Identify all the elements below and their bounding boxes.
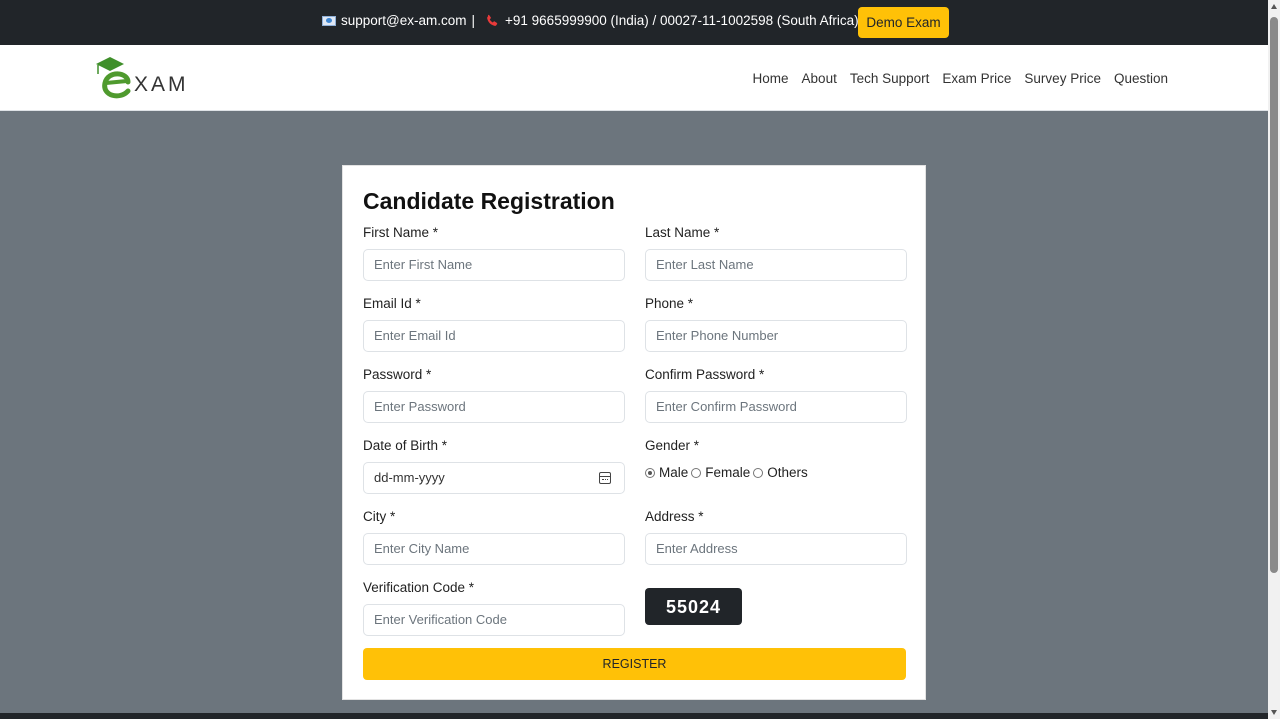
nav-exam-price[interactable]: Exam Price bbox=[942, 71, 1011, 86]
support-email[interactable]: support@ex-am.com bbox=[341, 13, 467, 28]
register-button[interactable]: REGISTER bbox=[363, 648, 906, 680]
verification-label: Verification Code * bbox=[363, 580, 475, 595]
form-title: Candidate Registration bbox=[363, 188, 615, 214]
last-name-label: Last Name * bbox=[645, 225, 720, 240]
dob-group: Date of Birth * dd-mm-yyyy bbox=[363, 438, 625, 494]
email-label: Email Id * bbox=[363, 296, 421, 311]
password-label: Password * bbox=[363, 367, 432, 382]
captcha-code: 55024 bbox=[645, 588, 742, 625]
last-name-input[interactable]: Enter Last Name bbox=[645, 249, 907, 281]
gender-label: Gender * bbox=[645, 438, 700, 453]
top-contact-bar: support@ex-am.com | +91 9665999900 (Indi… bbox=[0, 0, 1268, 45]
city-label: City * bbox=[363, 509, 396, 524]
first-name-label: First Name * bbox=[363, 225, 439, 240]
scroll-down-icon[interactable] bbox=[1271, 710, 1277, 715]
verification-input[interactable]: Enter Verification Code bbox=[363, 604, 625, 636]
support-phone[interactable]: +91 9665999900 (India) / 00027-11-100259… bbox=[505, 13, 859, 28]
contact-info: support@ex-am.com | +91 9665999900 (Indi… bbox=[322, 13, 859, 28]
logo-text: XAM bbox=[134, 73, 189, 96]
password-group: Password * Enter Password bbox=[363, 367, 625, 423]
nav-about[interactable]: About bbox=[802, 71, 837, 86]
address-group: Address * Enter Address bbox=[645, 509, 907, 565]
email-input[interactable]: Enter Email Id bbox=[363, 320, 625, 352]
separator: | bbox=[471, 13, 476, 28]
address-input[interactable]: Enter Address bbox=[645, 533, 907, 565]
nav-tech-support[interactable]: Tech Support bbox=[850, 71, 930, 86]
dob-value: dd-mm-yyyy bbox=[374, 470, 445, 485]
scroll-up-icon[interactable] bbox=[1271, 4, 1277, 9]
address-label: Address * bbox=[645, 509, 704, 524]
confirm-password-label: Confirm Password * bbox=[645, 367, 765, 382]
graduation-cap-e-icon bbox=[96, 57, 131, 99]
scrollbar-thumb[interactable] bbox=[1270, 17, 1278, 573]
footer-edge bbox=[0, 713, 1268, 719]
gender-female-label[interactable]: Female bbox=[705, 465, 750, 480]
first-name-group: First Name * Enter First Name bbox=[363, 225, 625, 281]
gender-female-radio[interactable] bbox=[691, 467, 702, 478]
email-group: Email Id * Enter Email Id bbox=[363, 296, 625, 352]
gender-group: Gender * Male Female Others bbox=[645, 438, 907, 480]
mail-icon bbox=[322, 15, 336, 26]
phone-group: Phone * Enter Phone Number bbox=[645, 296, 907, 352]
nav-links: Home About Tech Support Exam Price Surve… bbox=[740, 71, 1168, 86]
phone-input[interactable]: Enter Phone Number bbox=[645, 320, 907, 352]
dob-input[interactable]: dd-mm-yyyy bbox=[363, 462, 625, 494]
gender-others-label[interactable]: Others bbox=[767, 465, 808, 480]
first-name-input[interactable]: Enter First Name bbox=[363, 249, 625, 281]
phone-icon bbox=[487, 14, 498, 26]
gender-male-label[interactable]: Male bbox=[659, 465, 688, 480]
gender-others-radio[interactable] bbox=[753, 467, 764, 478]
city-input[interactable]: Enter City Name bbox=[363, 533, 625, 565]
vertical-scrollbar[interactable] bbox=[1268, 0, 1280, 719]
password-input[interactable]: Enter Password bbox=[363, 391, 625, 423]
city-group: City * Enter City Name bbox=[363, 509, 625, 565]
dob-label: Date of Birth * bbox=[363, 438, 448, 453]
confirm-password-input[interactable]: Enter Confirm Password bbox=[645, 391, 907, 423]
phone-label: Phone * bbox=[645, 296, 694, 311]
gender-male-radio[interactable] bbox=[645, 467, 655, 478]
demo-exam-button[interactable]: Demo Exam bbox=[858, 7, 949, 38]
registration-card: Candidate Registration First Name * Ente… bbox=[342, 165, 926, 700]
nav-question[interactable]: Question bbox=[1114, 71, 1168, 86]
last-name-group: Last Name * Enter Last Name bbox=[645, 225, 907, 281]
nav-home[interactable]: Home bbox=[753, 71, 789, 86]
main-navbar: XAM Home About Tech Support Exam Price S… bbox=[0, 45, 1268, 111]
gender-options: Male Female Others bbox=[645, 465, 907, 480]
confirm-password-group: Confirm Password * Enter Confirm Passwor… bbox=[645, 367, 907, 423]
verification-group: Verification Code * Enter Verification C… bbox=[363, 580, 625, 636]
calendar-icon[interactable] bbox=[599, 472, 611, 484]
site-logo[interactable]: XAM bbox=[94, 55, 194, 101]
nav-survey-price[interactable]: Survey Price bbox=[1024, 71, 1101, 86]
